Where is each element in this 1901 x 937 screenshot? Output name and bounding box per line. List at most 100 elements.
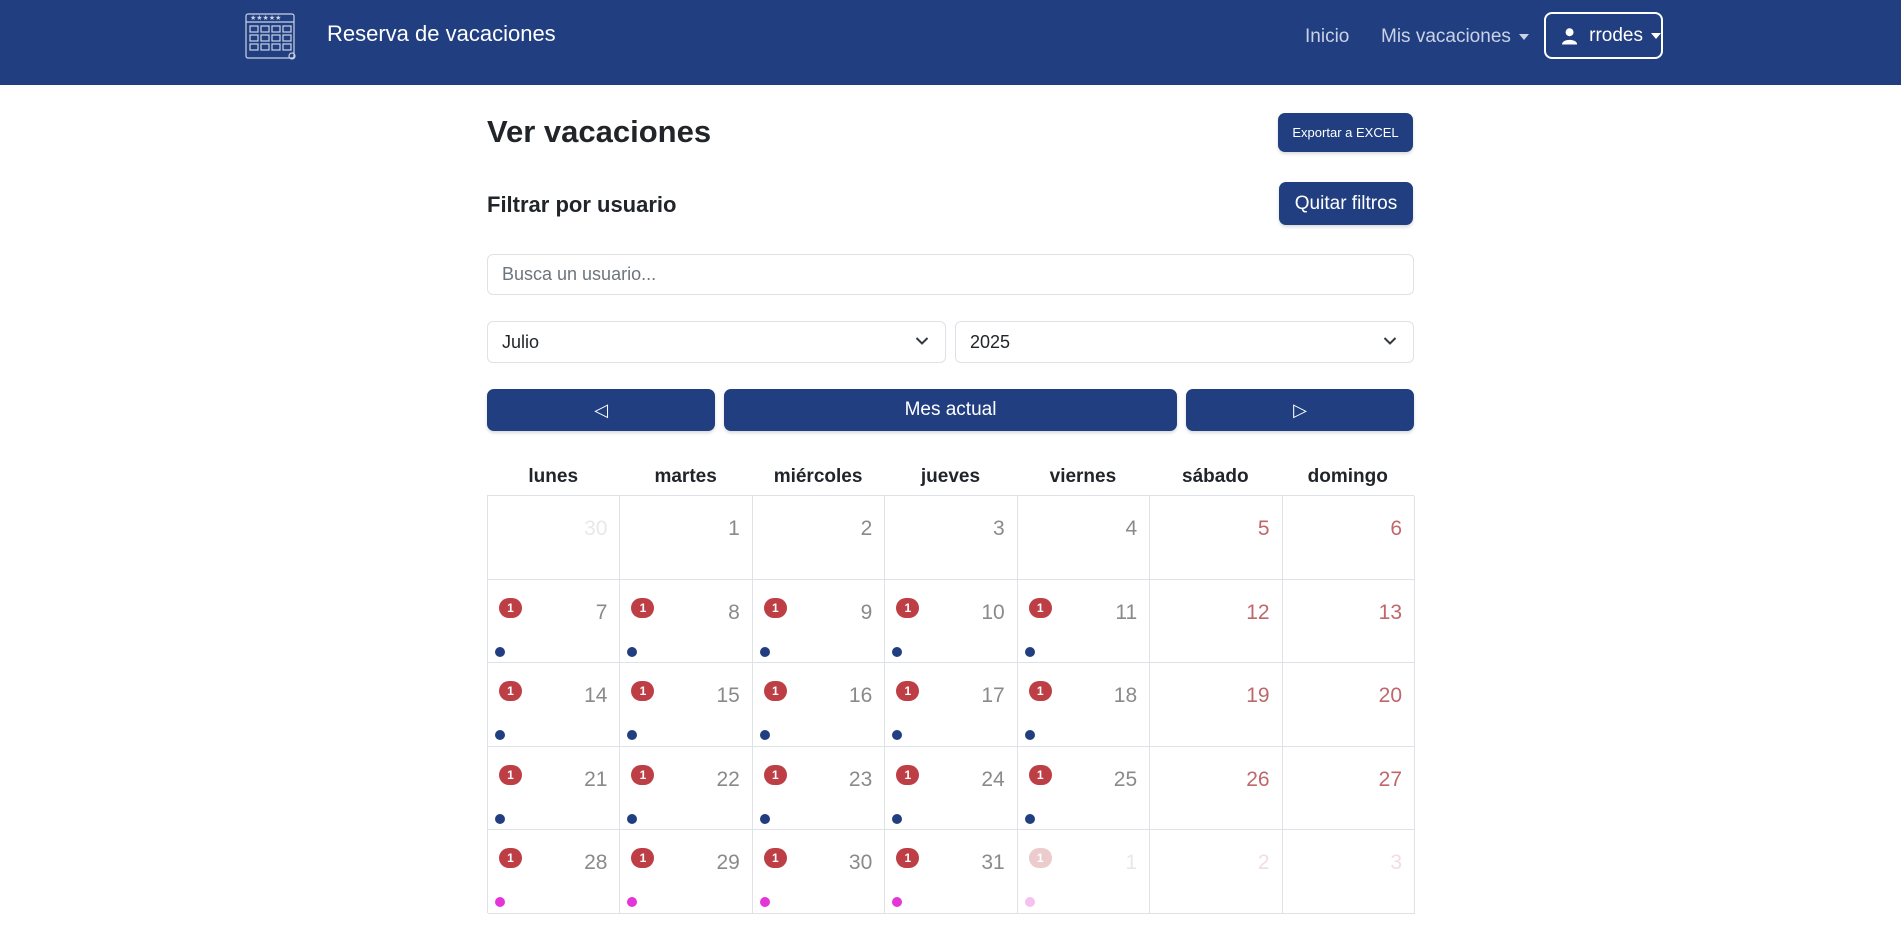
vacation-count-badge[interactable]: 1 — [763, 764, 787, 785]
vacation-dot[interactable] — [759, 813, 770, 824]
previous-month-button[interactable]: ◁ — [487, 389, 715, 431]
day-number: 8 — [728, 600, 740, 624]
day-number: 24 — [981, 767, 1005, 791]
calendar-day-cell[interactable]: 20 — [1282, 663, 1415, 747]
calendar-day-cell[interactable]: 81 — [620, 579, 753, 664]
day-number: 25 — [1113, 767, 1138, 791]
vacation-dot[interactable] — [627, 897, 638, 908]
calendar-day-cell[interactable]: 22 1 — [620, 746, 753, 831]
vacation-count-badge[interactable]: 1 — [763, 848, 787, 869]
vacation-dot[interactable] — [759, 897, 770, 908]
next-month-button[interactable]: ▷ — [1186, 389, 1414, 431]
vacation-dot[interactable] — [1024, 730, 1035, 741]
vacation-count-badge[interactable]: 1 — [1028, 681, 1052, 702]
calendar-day-cell[interactable]: 3 — [885, 496, 1018, 580]
calendar-day-cell[interactable]: 18 1 — [1017, 663, 1151, 747]
calendar-day-cell[interactable]: 71 — [488, 579, 621, 664]
vacation-count-badge[interactable]: 1 — [896, 848, 920, 869]
calendar-day-cell[interactable]: 23 1 — [752, 746, 886, 831]
vacation-count-badge[interactable]: 1 — [1028, 597, 1052, 618]
nav-dropdown-mis-vacaciones[interactable]: Mis vacaciones — [1381, 24, 1529, 50]
nav-link-inicio[interactable]: Inicio — [1305, 24, 1349, 50]
calendar-day-cell[interactable]: 12 — [1150, 579, 1283, 664]
vacation-count-badge[interactable]: 1 — [1028, 848, 1052, 869]
vacation-dot[interactable] — [495, 646, 505, 657]
day-number: 4 — [1125, 517, 1138, 540]
calendar-day-cell[interactable]: 11 — [1017, 830, 1151, 914]
day-number: 3 — [993, 517, 1005, 540]
calendar-day-cell[interactable]: 21 1 — [488, 746, 621, 831]
vacation-dot[interactable] — [1024, 813, 1035, 824]
vacation-dot[interactable] — [892, 646, 903, 657]
calendar-day-cell[interactable]: 6 — [1282, 496, 1415, 580]
vacation-count-badge[interactable]: 1 — [499, 764, 522, 785]
vacation-count-badge[interactable]: 1 — [499, 848, 522, 869]
vacation-count-badge[interactable]: 1 — [896, 764, 920, 785]
vacation-dot[interactable] — [1024, 646, 1035, 657]
current-month-button[interactable]: Mes actual — [724, 389, 1177, 431]
calendar-day-cell[interactable]: 31 1 — [885, 830, 1018, 914]
calendar-day-cell[interactable]: 30 — [488, 496, 621, 580]
day-number: 6 — [1390, 517, 1402, 540]
vacation-dot[interactable] — [759, 646, 770, 657]
user-icon — [1562, 27, 1578, 45]
user-menu-button[interactable]: rrodes — [1544, 12, 1663, 59]
vacation-count-badge[interactable]: 1 — [763, 597, 787, 618]
calendar-logo-icon[interactable]: ★★★★★ — [244, 8, 298, 62]
month-select[interactable]: Julio — [487, 321, 946, 363]
year-select[interactable]: 2025 — [955, 321, 1414, 363]
calendar-day-cell[interactable]: 11 1 — [1017, 579, 1151, 664]
calendar-day-cell[interactable]: 29 1 — [620, 830, 753, 914]
vacation-dot[interactable] — [495, 897, 505, 908]
calendar-day-cell[interactable]: 2 — [1150, 830, 1283, 914]
calendar-day-cell[interactable]: 5 — [1150, 496, 1283, 580]
vacation-dot[interactable] — [627, 730, 638, 741]
vacation-dot[interactable] — [1024, 897, 1035, 908]
vacation-count-badge[interactable]: 1 — [631, 764, 655, 785]
calendar-day-cell[interactable]: 3 — [1282, 830, 1415, 914]
clear-filters-button[interactable]: Quitar filtros — [1279, 182, 1413, 225]
user-search-input[interactable]: Busca un usuario... — [487, 254, 1414, 295]
filter-section-title: Filtrar por usuario — [487, 192, 677, 217]
calendar-day-cell[interactable]: 27 — [1282, 746, 1415, 831]
calendar-day-cell[interactable]: 25 1 — [1017, 746, 1151, 831]
calendar-day-cell[interactable]: 10 1 — [885, 579, 1018, 664]
vacation-count-badge[interactable]: 1 — [896, 681, 920, 702]
vacation-dot[interactable] — [892, 813, 903, 824]
calendar-day-cell[interactable]: 15 1 — [620, 663, 753, 747]
vacation-count-badge[interactable]: 1 — [896, 597, 920, 618]
calendar-day-cell[interactable]: 2 — [752, 496, 886, 580]
weekday-label: sábado — [1182, 466, 1249, 487]
calendar-day-cell[interactable]: 16 1 — [752, 663, 886, 747]
vacation-count-badge[interactable]: 1 — [631, 848, 655, 869]
calendar-day-cell[interactable]: 19 — [1150, 663, 1283, 747]
calendar-day-cell[interactable]: 30 1 — [752, 830, 886, 914]
day-number: 2 — [1257, 851, 1270, 875]
vacation-dot[interactable] — [759, 730, 770, 741]
vacation-dot[interactable] — [627, 646, 638, 657]
vacation-dot[interactable] — [627, 813, 638, 824]
calendar-day-cell[interactable]: 28 1 — [488, 830, 621, 914]
vacation-count-badge[interactable]: 1 — [1028, 764, 1052, 785]
calendar-day-cell[interactable]: 1 — [620, 496, 753, 580]
day-number: 3 — [1390, 851, 1402, 875]
calendar-day-cell[interactable]: 4 — [1017, 496, 1151, 580]
vacation-count-badge[interactable]: 1 — [631, 597, 655, 618]
calendar-day-cell[interactable]: 26 — [1150, 746, 1283, 831]
calendar-day-cell[interactable]: 13 — [1282, 579, 1415, 664]
vacation-dot[interactable] — [495, 730, 505, 741]
vacation-dot[interactable] — [892, 730, 903, 741]
vacation-dot[interactable] — [892, 897, 903, 908]
vacation-count-badge[interactable]: 1 — [499, 597, 522, 618]
vacation-dot[interactable] — [495, 813, 505, 824]
calendar-day-cell[interactable]: 24 1 — [885, 746, 1018, 831]
day-number: 23 — [848, 767, 873, 791]
vacation-count-badge[interactable]: 1 — [499, 681, 522, 702]
vacation-count-badge[interactable]: 1 — [763, 681, 787, 702]
vacation-count-badge[interactable]: 1 — [631, 681, 655, 702]
calendar-day-cell[interactable]: 14 1 — [488, 663, 621, 747]
brand-title[interactable]: Reserva de vacaciones — [327, 20, 556, 48]
export-excel-button[interactable]: Exportar a EXCEL — [1278, 113, 1413, 152]
calendar-day-cell[interactable]: 91 — [752, 579, 886, 664]
calendar-day-cell[interactable]: 17 1 — [885, 663, 1018, 747]
